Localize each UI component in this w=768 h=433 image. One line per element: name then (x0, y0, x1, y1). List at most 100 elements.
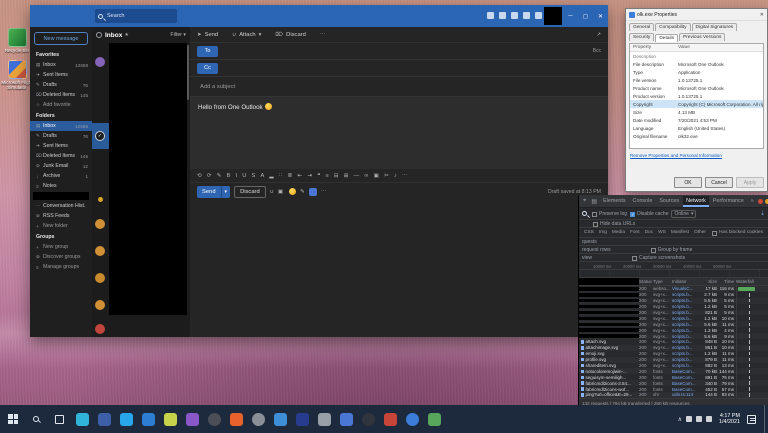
taskbar-app-icon[interactable] (362, 413, 375, 426)
request-initiator[interactable]: scripts.b... (672, 363, 697, 368)
name-column-redacted[interactable] (579, 278, 639, 285)
folders-section-title[interactable]: Folders (30, 110, 92, 121)
format-icon[interactable]: S (252, 173, 256, 179)
request-initiator[interactable]: utils.ts:114 (672, 392, 697, 397)
format-icon[interactable]: ▣ (374, 173, 379, 179)
sidebar-item[interactable]: ✎ Drafts 76 (30, 131, 92, 141)
property-row[interactable]: Description (630, 52, 763, 60)
filter-chip[interactable]: Media (610, 230, 627, 235)
filter-button[interactable]: Filter ▾ (170, 32, 186, 38)
format-icon[interactable]: U (242, 173, 246, 179)
request-initiator[interactable]: BaseCom... (672, 375, 697, 380)
notifications-icon[interactable] (499, 12, 506, 19)
sidebar-item[interactable]: ➔ Sent Items (30, 141, 92, 151)
sidebar-item[interactable]: ⌦ Deleted Items 145 (30, 151, 92, 161)
request-initiator[interactable]: scripts.b... (672, 351, 697, 356)
sidebar-item[interactable] (33, 192, 89, 200)
devtools-tab[interactable]: Sources (656, 196, 682, 207)
taskbar-app-icon[interactable] (406, 413, 419, 426)
format-icon[interactable]: ⟳ (207, 173, 212, 179)
filter-chip[interactable]: Manifest (669, 230, 691, 235)
task-view-button[interactable] (48, 405, 70, 433)
request-initiator[interactable]: VisualsC... (672, 286, 697, 291)
message-body[interactable]: Hello from One Outlook (190, 97, 608, 169)
taskbar-app-icon[interactable] (340, 413, 353, 426)
send-split-button[interactable]: Send ▾ (197, 186, 230, 198)
sidebar-item[interactable]: ⊚ RSS Feeds (30, 211, 92, 221)
new-message-button[interactable]: New message (34, 32, 88, 45)
groups-section-title[interactable]: Groups (30, 231, 92, 242)
format-icon[interactable]: — (354, 173, 360, 179)
dialog-button[interactable]: OK (674, 177, 702, 188)
emoji-picker-icon[interactable] (289, 188, 296, 195)
sidebar-item[interactable]: ➔ Sent Items (30, 70, 92, 80)
has-blocked-cookies-checkbox[interactable]: Has blocked cookies (712, 230, 763, 235)
sidebar-item[interactable]: ▤ Inbox 12668 (30, 60, 92, 70)
taskbar-app-icon[interactable] (142, 413, 155, 426)
format-icon[interactable]: ⟲ (197, 173, 202, 179)
more-tabs-icon[interactable]: » (748, 196, 757, 207)
devtools-tab[interactable]: Elements (600, 196, 628, 207)
property-row[interactable]: Size 4.13 MB (630, 108, 763, 116)
dialog-tab[interactable]: Previous Versions (679, 33, 725, 41)
property-row[interactable]: Product name Microsoft One Outlook (630, 84, 763, 92)
request-initiator[interactable]: scripts.b... (672, 310, 697, 315)
network-search-icon[interactable] (582, 211, 587, 216)
taskbar-app-icon[interactable] (230, 413, 243, 426)
sidebar-item[interactable]: ⊘ Junk Email 12 (30, 161, 92, 171)
sidebar-item[interactable]: ☆ Add favorite (30, 100, 92, 110)
minimize-button[interactable]: ─ (563, 5, 578, 27)
format-icon[interactable]: ❝ (317, 173, 320, 179)
action-center-icon[interactable] (747, 415, 756, 424)
format-icon[interactable]: ⋯ (402, 173, 408, 179)
settings-icon[interactable] (511, 12, 518, 19)
sidebar-item[interactable]: ↓ Archive 1 (30, 171, 92, 181)
dialog-tab[interactable]: Security (629, 33, 654, 41)
request-initiator[interactable]: scripts.b... (672, 316, 697, 321)
taskbar-app-icon[interactable] (252, 413, 265, 426)
more-options-icon[interactable]: ⋯ (320, 32, 326, 38)
disable-cache-checkbox[interactable]: Disable cache (630, 211, 668, 217)
insert-image-icon[interactable]: ▣ (278, 189, 283, 195)
property-row[interactable]: Language English (United States) (630, 124, 763, 132)
filter-chip[interactable]: Other (692, 230, 708, 235)
preserve-log-checkbox[interactable]: Preserve log (592, 211, 627, 217)
meet-now-icon[interactable] (487, 12, 494, 19)
list-scrollbar[interactable] (187, 45, 189, 100)
taskbar-app-icon[interactable] (76, 413, 89, 426)
maximize-button[interactable]: ◻ (578, 5, 593, 27)
format-icon[interactable]: ⇤ (298, 173, 303, 179)
device-toolbar-icon[interactable]: ▤ (589, 198, 599, 205)
request-initiator[interactable]: scripts.b... (672, 292, 697, 297)
sidebar-item[interactable]: ≡ Notes (30, 181, 92, 191)
filter-chip[interactable]: CSS (582, 230, 596, 235)
attach-button[interactable]: Attach (239, 32, 255, 38)
time-column[interactable]: Time (719, 279, 736, 284)
loop-component-icon[interactable] (309, 188, 317, 196)
property-row[interactable]: Original filename olk32.exe (630, 132, 763, 140)
filter-chip[interactable]: WS (656, 230, 668, 235)
throttling-select[interactable]: Online▾ (671, 210, 696, 218)
request-initiator[interactable]: BaseCom... (672, 381, 697, 386)
sidebar-item[interactable]: ▤ Inbox 12668 (30, 121, 92, 131)
status-column[interactable]: Status (639, 279, 653, 284)
devtools-tab[interactable]: Performance (710, 196, 747, 207)
taskbar-app-icon[interactable] (208, 413, 221, 426)
dialog-tab[interactable]: Compatibility (655, 23, 690, 31)
volume-tray-icon[interactable] (696, 416, 702, 422)
format-icon[interactable]: A (260, 173, 264, 179)
request-initiator[interactable]: scripts.b... (672, 334, 697, 339)
taskbar-app-icon[interactable] (384, 413, 397, 426)
taskbar-app-icon[interactable] (318, 413, 331, 426)
taskbar-app-icon[interactable] (164, 413, 177, 426)
selected-message-row[interactable]: ✓ (92, 123, 109, 149)
taskbar-app-icon[interactable] (186, 413, 199, 426)
request-initiator[interactable]: scripts.b... (672, 304, 697, 309)
account-avatar[interactable] (544, 7, 562, 25)
remove-properties-link[interactable]: Remove Properties and Personal Informati… (626, 151, 767, 160)
message-avatar[interactable] (95, 57, 105, 67)
devtools-tab[interactable]: Network (683, 196, 709, 207)
sidebar-item[interactable]: + New group (30, 242, 92, 252)
property-row[interactable]: Date modified 7/20/2021 4:53 PM (630, 116, 763, 124)
request-initiator[interactable]: scripts.b... (672, 339, 697, 344)
